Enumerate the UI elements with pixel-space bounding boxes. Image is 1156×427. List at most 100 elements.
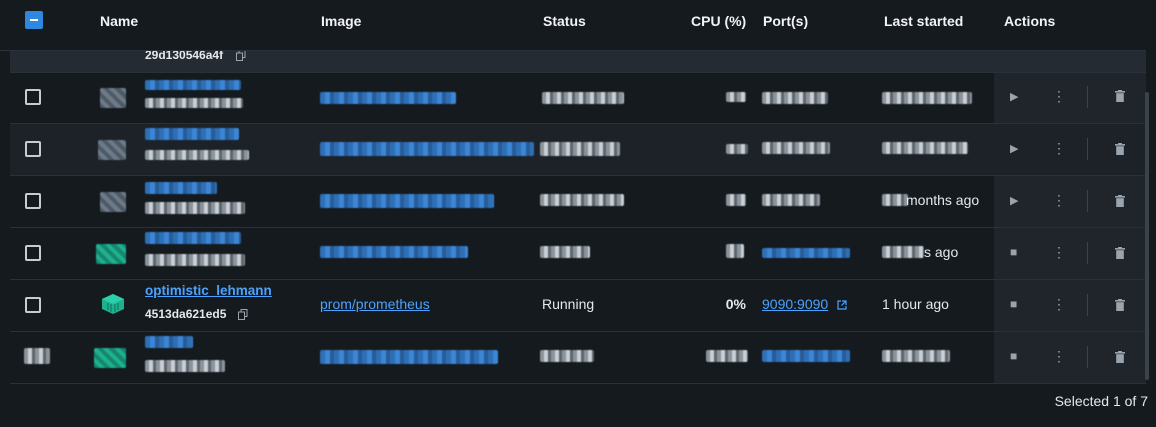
last-started [882, 350, 950, 362]
port-link[interactable] [762, 194, 820, 206]
image-link[interactable] [320, 246, 468, 258]
more-options-icon[interactable]: ⋮ [1052, 140, 1066, 157]
container-running-icon [102, 294, 124, 314]
column-header-image[interactable]: Image [321, 13, 361, 29]
container-name[interactable] [145, 336, 193, 348]
table-header: Name Image Status CPU (%) Port(s) Last s… [0, 0, 1146, 51]
column-header-actions: Actions [1004, 13, 1056, 29]
cpu-value: 0% [725, 296, 746, 312]
row-checkbox[interactable] [25, 297, 41, 313]
cpu-value [706, 350, 748, 362]
start-icon[interactable]: ▶ [1010, 142, 1018, 155]
port-link[interactable] [762, 142, 830, 154]
more-options-icon[interactable]: ⋮ [1052, 244, 1066, 261]
status-text [540, 350, 594, 362]
delete-icon[interactable] [1115, 299, 1125, 311]
port-link[interactable] [762, 92, 828, 104]
last-started-blurred [882, 246, 924, 258]
status-text: Running [542, 296, 595, 312]
status-text [540, 142, 620, 156]
more-options-icon[interactable]: ⋮ [1052, 88, 1066, 105]
image-link[interactable] [320, 142, 534, 156]
more-options-icon[interactable]: ⋮ [1052, 192, 1066, 209]
status-text [540, 194, 624, 206]
stop-icon[interactable]: ■ [1010, 297, 1017, 311]
container-id [145, 360, 225, 372]
container-icon [100, 88, 126, 108]
container-name[interactable] [145, 80, 241, 90]
selection-count: Selected 1 of 7 [1054, 393, 1148, 409]
column-header-last-started[interactable]: Last started [884, 13, 963, 29]
container-name[interactable] [145, 232, 241, 244]
column-header-cpu[interactable]: CPU (%) [691, 13, 746, 29]
more-options-icon[interactable]: ⋮ [1052, 348, 1066, 365]
port-link[interactable]: 9090:9090 [762, 296, 828, 312]
container-name[interactable] [145, 182, 217, 194]
delete-icon[interactable] [1115, 351, 1125, 363]
row-checkbox[interactable] [25, 245, 41, 261]
last-started [882, 92, 972, 104]
image-link[interactable]: prom/prometheus [320, 296, 430, 312]
table-row[interactable]: ▶ ⋮ [10, 124, 1146, 176]
actions-divider [1087, 190, 1088, 212]
column-header-status[interactable]: Status [543, 13, 586, 29]
cpu-value [726, 194, 746, 206]
row-checkbox[interactable] [25, 89, 41, 105]
copy-icon[interactable] [236, 50, 246, 61]
cpu-value [726, 92, 746, 102]
row-checkbox[interactable] [25, 141, 41, 157]
container-id [145, 254, 245, 266]
port-link[interactable] [762, 248, 850, 258]
status-text [542, 92, 624, 104]
delete-icon[interactable] [1115, 90, 1125, 102]
stop-icon[interactable]: ■ [1010, 245, 1017, 259]
table-row[interactable]: optimistic_lehmann 4513da621ed5 prom/pro… [10, 280, 1146, 332]
actions-divider [1087, 346, 1088, 368]
row-checkbox[interactable] [24, 348, 50, 364]
container-icon [98, 140, 126, 160]
actions-divider [1087, 138, 1088, 160]
delete-icon[interactable] [1115, 247, 1125, 259]
table-row[interactable]: months ago ▶ ⋮ [10, 176, 1146, 228]
table-row[interactable]: ▶ ⋮ [10, 72, 1146, 124]
status-text [540, 246, 590, 258]
cpu-value [726, 244, 744, 258]
container-name-link[interactable]: optimistic_lehmann [145, 283, 272, 298]
start-icon[interactable]: ▶ [1010, 90, 1018, 103]
image-link[interactable] [320, 350, 498, 364]
container-name[interactable] [145, 128, 239, 140]
container-icon [100, 192, 126, 212]
vertical-scrollbar[interactable] [1145, 92, 1149, 380]
delete-icon[interactable] [1115, 143, 1125, 155]
cpu-value [726, 144, 748, 154]
row-checkbox[interactable] [25, 193, 41, 209]
table-row[interactable]: ■ ⋮ [10, 332, 1146, 384]
actions-divider [1087, 86, 1088, 108]
last-started [882, 142, 968, 154]
container-id [145, 202, 245, 214]
container-id [145, 150, 249, 160]
start-icon[interactable]: ▶ [1010, 194, 1018, 207]
image-link[interactable] [320, 92, 456, 104]
table-row[interactable]: s ago ■ ⋮ [10, 228, 1146, 280]
more-options-icon[interactable]: ⋮ [1052, 296, 1066, 313]
last-started: 1 hour ago [882, 296, 949, 312]
actions-divider [1087, 242, 1088, 264]
column-header-ports[interactable]: Port(s) [763, 13, 808, 29]
container-id [145, 98, 243, 108]
last-started-blurred [882, 194, 908, 206]
container-icon [94, 348, 126, 368]
image-link[interactable] [320, 194, 494, 208]
copy-icon[interactable] [238, 309, 248, 320]
container-icon [96, 244, 126, 264]
actions-divider [1087, 294, 1088, 316]
external-link-icon[interactable] [837, 300, 847, 310]
last-started: months ago [906, 192, 980, 208]
column-header-name[interactable]: Name [100, 13, 138, 29]
last-started: s ago [924, 244, 959, 260]
delete-icon[interactable] [1115, 195, 1125, 207]
container-id: 4513da621ed5 [145, 307, 227, 321]
select-all-checkbox[interactable] [25, 11, 43, 29]
stop-icon[interactable]: ■ [1010, 349, 1017, 363]
port-link[interactable] [762, 350, 850, 362]
